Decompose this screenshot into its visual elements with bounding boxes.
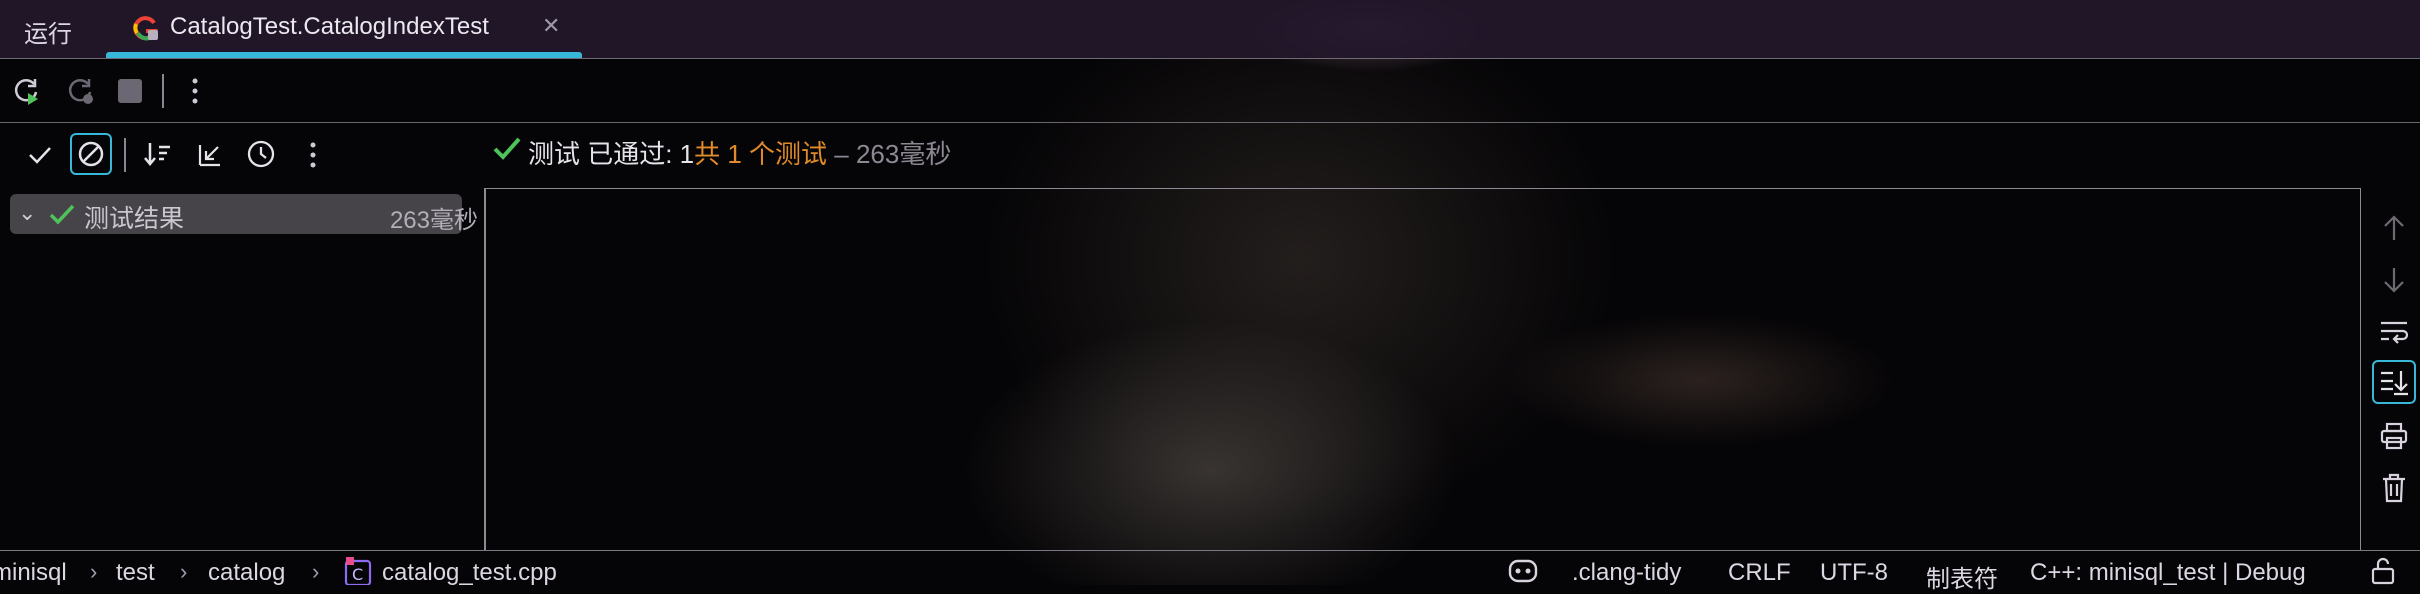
show-ignored-toggle[interactable]	[70, 133, 112, 175]
scroll-to-end-icon	[2381, 371, 2408, 396]
toolbar-separator	[162, 74, 164, 108]
line-ending-widget[interactable]: CRLF	[1728, 559, 1791, 587]
close-icon[interactable]: ✕	[542, 13, 560, 39]
show-ignored-icon	[78, 141, 104, 167]
breadcrumb-file[interactable]: catalog_test.cpp	[382, 559, 557, 587]
rerun-button[interactable]	[6, 71, 46, 111]
tab-label: CatalogTest.CatalogIndexTest	[170, 13, 489, 40]
test-status-summary: 测试 已通过: 1共 1 个测试 – 263毫秒	[528, 134, 951, 171]
svg-text:C: C	[352, 565, 363, 584]
run-tool-window-title: 运行	[24, 21, 72, 48]
collapse-button[interactable]	[190, 135, 230, 175]
sort-icon	[144, 143, 170, 166]
scroll-to-end-toggle[interactable]	[2372, 360, 2416, 404]
soft-wrap-button[interactable]	[2372, 310, 2416, 354]
more-icon	[192, 78, 198, 104]
chevron-right-icon: ›	[180, 559, 188, 584]
history-button[interactable]	[242, 135, 282, 175]
chevron-down-icon[interactable]: ⌄	[18, 200, 36, 226]
lock-icon[interactable]	[2368, 555, 2398, 585]
rerun-failed-button[interactable]	[60, 71, 100, 111]
up-icon	[2384, 215, 2404, 240]
toolbar-separator	[124, 138, 126, 172]
stop-button[interactable]	[110, 71, 150, 111]
breadcrumb-project[interactable]: minisql	[0, 559, 67, 587]
print-button[interactable]	[2372, 414, 2416, 458]
tree-root-label: 测试结果	[84, 205, 185, 233]
sort-button[interactable]	[138, 135, 178, 175]
more-options-button[interactable]	[175, 71, 215, 111]
test-toolbar	[0, 124, 2420, 186]
rerun-failed-icon	[68, 79, 93, 104]
tab-catalog-index-test[interactable]: CatalogTest.CatalogIndexTest ✕	[106, 0, 582, 58]
breadcrumb-folder-test[interactable]: test	[116, 559, 155, 587]
print-icon	[2380, 422, 2408, 450]
trash-icon	[2383, 473, 2405, 503]
indent-widget[interactable]: 制表符	[1926, 559, 1998, 594]
stop-icon	[118, 79, 142, 103]
status-duration: – 263毫秒	[827, 139, 952, 169]
history-icon	[247, 140, 275, 168]
clang-tidy-widget[interactable]: .clang-tidy	[1572, 559, 1681, 587]
breadcrumb-folder-catalog[interactable]: catalog	[208, 559, 285, 587]
soft-wrap-icon	[2381, 321, 2409, 344]
previous-occurrence-button[interactable]	[2372, 206, 2416, 250]
active-tab-indicator	[106, 52, 582, 58]
google-test-icon	[133, 16, 158, 41]
status-total-count: 共 1 个测试	[694, 139, 828, 169]
ai-assistant-icon[interactable]	[1506, 557, 1540, 585]
console-output[interactable]	[486, 188, 2361, 551]
tool-window-tab-bar: 运行 CatalogTest.CatalogIndexTest ✕	[0, 0, 2420, 59]
show-passed-button[interactable]	[20, 135, 60, 175]
clear-all-button[interactable]	[2372, 466, 2416, 510]
chevron-right-icon: ›	[312, 559, 320, 584]
rerun-icon	[14, 79, 38, 105]
collapse-icon	[198, 145, 220, 167]
run-configuration-widget[interactable]: C++: minisql_test | Debug	[2030, 559, 2306, 587]
status-bar: minisql › test › catalog › C catalog_tes…	[0, 550, 2420, 593]
chevron-right-icon: ›	[90, 559, 98, 584]
tree-root-duration: 263毫秒	[389, 207, 478, 234]
next-occurrence-button[interactable]	[2372, 258, 2416, 302]
more-icon	[310, 142, 316, 168]
passed-check-icon	[49, 204, 75, 225]
status-passed-count: 测试 已通过: 1	[528, 139, 695, 169]
more-options-button[interactable]	[293, 135, 333, 175]
cpp-file-icon: C	[344, 557, 372, 585]
down-icon	[2384, 268, 2404, 293]
run-toolbar	[0, 60, 2420, 123]
passed-check-icon	[493, 137, 521, 160]
test-tree-root[interactable]: ⌄ 测试结果 263毫秒	[10, 194, 478, 234]
show-passed-icon	[29, 147, 51, 164]
encoding-widget[interactable]: UTF-8	[1820, 559, 1888, 587]
